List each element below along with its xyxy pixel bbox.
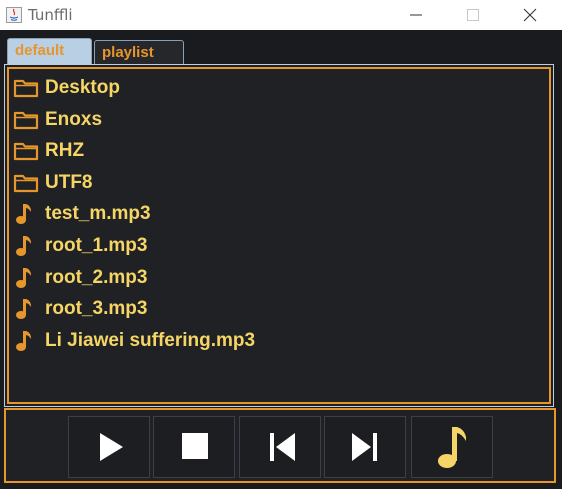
list-item-label: UTF8	[45, 171, 93, 193]
list-item-label: RHZ	[45, 140, 85, 162]
music-note-icon	[16, 236, 31, 256]
list-item-label: test_m.mp3	[45, 203, 151, 225]
window-title: Tunffli	[28, 6, 73, 24]
title-bar: Tunffli	[0, 0, 562, 30]
folder-icon	[13, 143, 39, 161]
music-note-icon	[16, 204, 31, 225]
list-item-label: Li Jiawei suffering.mp3	[45, 329, 256, 351]
java-app-icon	[6, 7, 22, 23]
folder-icon	[13, 174, 39, 192]
list-item[interactable]: Enoxs	[13, 106, 533, 134]
list-item[interactable]: root_2.mp3	[13, 264, 533, 292]
stop-button[interactable]	[153, 416, 235, 478]
tab-playlist[interactable]: playlist	[94, 40, 184, 64]
list-item-label: root_2.mp3	[45, 266, 148, 288]
next-button[interactable]	[324, 416, 406, 478]
stop-icon	[182, 433, 208, 459]
folder-icon	[13, 111, 39, 129]
music-note-icon	[16, 299, 31, 320]
playback-controls	[4, 408, 556, 483]
list-item-label: root_1.mp3	[45, 235, 148, 256]
play-button[interactable]	[68, 416, 150, 478]
list-item[interactable]: UTF8	[13, 169, 533, 197]
list-item-label: Desktop	[45, 77, 120, 98]
skip-next-icon	[352, 433, 377, 461]
music-note-icon	[16, 330, 31, 351]
music-note-icon	[438, 427, 466, 468]
list-item[interactable]: root_1.mp3	[13, 232, 533, 260]
list-item[interactable]: root_3.mp3	[13, 295, 533, 323]
maximize-icon	[467, 9, 479, 21]
list-item[interactable]: test_m.mp3	[13, 200, 533, 228]
file-list[interactable]: Desktop Enoxs RHZ UTF8 test_m.mp3 root_1.mp3r…	[7, 67, 551, 404]
list-item[interactable]: Desktop	[13, 74, 533, 102]
play-icon	[100, 433, 123, 461]
window-body: default playlist Desktop Enoxs RHZ UTF8 test…	[0, 30, 562, 489]
list-item[interactable]: RHZ	[13, 137, 533, 165]
previous-button[interactable]	[239, 416, 321, 478]
list-item-label: Enoxs	[45, 108, 103, 130]
close-button[interactable]	[506, 0, 554, 30]
minimize-icon	[410, 14, 422, 16]
maximize-button[interactable]	[449, 0, 497, 30]
music-button[interactable]	[411, 416, 493, 478]
skip-previous-icon	[270, 433, 295, 461]
folder-icon	[13, 79, 39, 98]
close-icon	[523, 8, 537, 22]
tab-default[interactable]: default	[7, 38, 92, 64]
list-item-label: root_3.mp3	[45, 298, 148, 320]
list-item[interactable]: Li Jiawei suffering.mp3	[13, 327, 533, 355]
music-note-icon	[16, 267, 31, 288]
minimize-button[interactable]	[392, 0, 440, 30]
file-list-frame: Desktop Enoxs RHZ UTF8 test_m.mp3 root_1.mp3r…	[4, 64, 554, 407]
